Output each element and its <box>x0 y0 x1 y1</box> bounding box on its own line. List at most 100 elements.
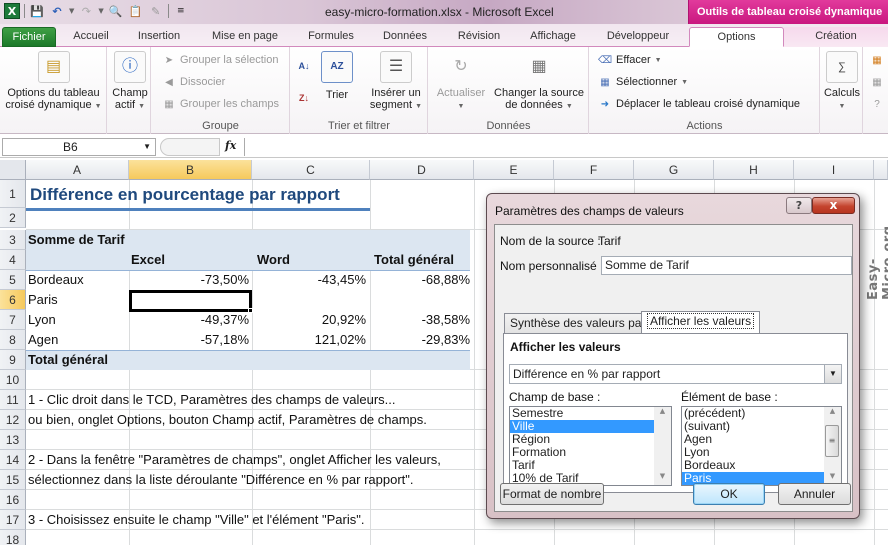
column-header-i[interactable]: I <box>794 160 874 180</box>
pivot-cell[interactable]: -68,88% <box>370 270 470 290</box>
close-button[interactable]: x <box>812 197 855 214</box>
chevron-down-icon[interactable]: ▼ <box>824 365 841 383</box>
sort-desc-button[interactable]: Z↓ <box>297 91 311 105</box>
column-header-h[interactable]: H <box>714 160 794 180</box>
tab-options[interactable]: Options <box>689 27 784 47</box>
pivot-cell[interactable] <box>370 290 470 310</box>
column-header-a[interactable]: A <box>26 160 129 180</box>
calculs-button[interactable]: ∑ Calculs ▼ <box>823 51 861 113</box>
tab-creation[interactable]: Création <box>784 27 888 47</box>
list-item[interactable]: Semestre <box>510 407 671 420</box>
formula-input[interactable] <box>244 138 888 156</box>
pivot-cell[interactable]: 20,92% <box>252 310 366 330</box>
grouper-champs-button[interactable]: ▦ Grouper les champs <box>162 97 279 111</box>
paste-icon[interactable]: 📋 <box>128 3 144 19</box>
what-if-button[interactable]: ? <box>870 97 884 111</box>
row-header-14[interactable]: 14 <box>0 450 26 470</box>
pivot-cell[interactable]: -43,45% <box>252 270 366 290</box>
base-field-list[interactable]: Semestre Ville Région Formation Tarif 10… <box>509 406 672 486</box>
pivot-cell[interactable]: -29,83% <box>370 330 470 350</box>
row-header-9[interactable]: 9 <box>0 350 26 370</box>
tab-afficher-valeurs[interactable]: Afficher les valeurs <box>641 311 761 333</box>
save-icon[interactable]: 💾 <box>29 3 45 19</box>
ok-button[interactable]: OK <box>693 483 765 505</box>
row-header-10[interactable]: 10 <box>0 370 26 390</box>
name-box[interactable]: B6 ▼ <box>2 138 156 156</box>
help-button[interactable]: ? <box>786 197 812 214</box>
scroll-thumb[interactable]: ≡ <box>825 425 839 457</box>
row-header-17[interactable]: 17 <box>0 510 26 530</box>
scrollbar[interactable]: ▲ ≡ ▼ <box>824 407 841 485</box>
tab-fichier[interactable]: Fichier <box>2 27 56 47</box>
scroll-up-icon[interactable]: ▲ <box>824 407 841 420</box>
actualiser-button[interactable]: ↻ Actualiser ▼ <box>433 51 489 113</box>
tab-insertion[interactable]: Insertion <box>128 27 190 47</box>
scroll-up-icon[interactable]: ▲ <box>654 407 671 420</box>
insert-function-icon[interactable]: fx <box>225 139 236 152</box>
row-header-8[interactable]: 8 <box>0 330 26 350</box>
row-header-12[interactable]: 12 <box>0 410 26 430</box>
pivot-row-label[interactable]: Agen <box>28 330 58 350</box>
cancel-button[interactable]: Annuler <box>778 483 851 505</box>
options-tcd-button[interactable]: ▤ Options du tableau croisé dynamique ▼ <box>2 51 105 113</box>
print-preview-icon[interactable]: 🔍 <box>108 3 124 19</box>
champ-actif-button[interactable]: ⓘ Champ actif ▼ <box>111 51 149 113</box>
redo-dropdown-icon[interactable]: ▼ <box>98 7 103 15</box>
row-header-13[interactable]: 13 <box>0 430 26 450</box>
trier-button[interactable]: AZ Trier <box>321 51 353 101</box>
tab-affichage[interactable]: Affichage <box>520 27 586 47</box>
redo-icon[interactable]: ↷ <box>78 3 94 19</box>
sort-asc-button[interactable]: A↓ <box>297 59 311 73</box>
custom-name-input[interactable]: Somme de Tarif <box>601 256 852 275</box>
row-header-18[interactable]: 18 <box>0 530 26 545</box>
row-header-11[interactable]: 11 <box>0 390 26 410</box>
active-cell-b6[interactable] <box>129 290 252 312</box>
note-row-15[interactable]: sélectionnez dans la liste déroulante "D… <box>28 470 414 490</box>
column-header-j[interactable] <box>874 160 888 180</box>
note-row-12[interactable]: ou bien, onglet Options, bouton Champ ac… <box>28 410 427 430</box>
show-values-as-select[interactable]: Différence en % par rapport ▼ <box>509 364 842 384</box>
note-row-11[interactable]: 1 - Clic droit dans le TCD, Paramètres d… <box>28 390 396 410</box>
pivot-cell[interactable]: -73,50% <box>129 270 249 290</box>
pivot-cell[interactable] <box>252 290 366 310</box>
pivot-row-label[interactable]: Lyon <box>28 310 56 330</box>
scroll-down-icon[interactable]: ▼ <box>654 472 671 485</box>
pivot-value-label[interactable]: Somme de Tarif <box>28 230 125 250</box>
row-header-7[interactable]: 7 <box>0 310 26 330</box>
fill-handle[interactable] <box>248 308 253 313</box>
pivot-cell[interactable]: -38,58% <box>370 310 470 330</box>
column-header-c[interactable]: C <box>252 160 370 180</box>
row-header-5[interactable]: 5 <box>0 270 26 290</box>
row-header-1[interactable]: 1 <box>0 180 26 208</box>
pivot-col-header-word[interactable]: Word <box>252 250 290 270</box>
pivot-cell[interactable]: -49,37% <box>129 310 249 330</box>
tab-developpeur[interactable]: Développeur <box>596 27 680 47</box>
tab-accueil[interactable]: Accueil <box>62 27 120 47</box>
row-header-3[interactable]: 3 <box>0 230 26 250</box>
column-header-d[interactable]: D <box>370 160 474 180</box>
base-item-list[interactable]: (précédent) (suivant) Agen Lyon Bordeaux… <box>681 406 842 486</box>
note-row-14[interactable]: 2 - Dans la fenêtre "Paramètres de champ… <box>28 450 441 470</box>
effacer-button[interactable]: ⌫ Effacer ▼ <box>598 53 662 67</box>
tab-mise-en-page[interactable]: Mise en page <box>200 27 290 47</box>
inserer-segment-button[interactable]: ☰ Insérer un segment ▼ <box>367 51 425 113</box>
tab-formules[interactable]: Formules <box>298 27 364 47</box>
row-header-15[interactable]: 15 <box>0 470 26 490</box>
scrollbar[interactable]: ▲ ▼ <box>654 407 671 485</box>
tab-donnees[interactable]: Données <box>374 27 436 47</box>
undo-icon[interactable]: ↶ <box>49 3 65 19</box>
customize-qat-icon[interactable]: ≡ <box>173 3 189 19</box>
pivot-col-header-total[interactable]: Total général <box>370 250 454 270</box>
note-row-17[interactable]: 3 - Choisissez ensuite le champ "Ville" … <box>28 510 364 530</box>
column-header-e[interactable]: E <box>474 160 554 180</box>
pivot-total-label[interactable]: Total général <box>28 350 108 370</box>
excel-logo-icon[interactable]: X <box>4 3 20 19</box>
row-header-6[interactable]: 6 <box>0 290 26 310</box>
formula-bar-resize-handle[interactable] <box>160 138 220 156</box>
grouper-selection-button[interactable]: ➤ Grouper la sélection <box>162 53 279 67</box>
pivot-cell[interactable]: 121,02% <box>252 330 366 350</box>
column-header-b[interactable]: B <box>129 160 252 180</box>
row-header-4[interactable]: 4 <box>0 250 26 270</box>
select-all-corner[interactable] <box>0 160 26 180</box>
format-painter-icon[interactable]: ✎ <box>148 3 164 19</box>
